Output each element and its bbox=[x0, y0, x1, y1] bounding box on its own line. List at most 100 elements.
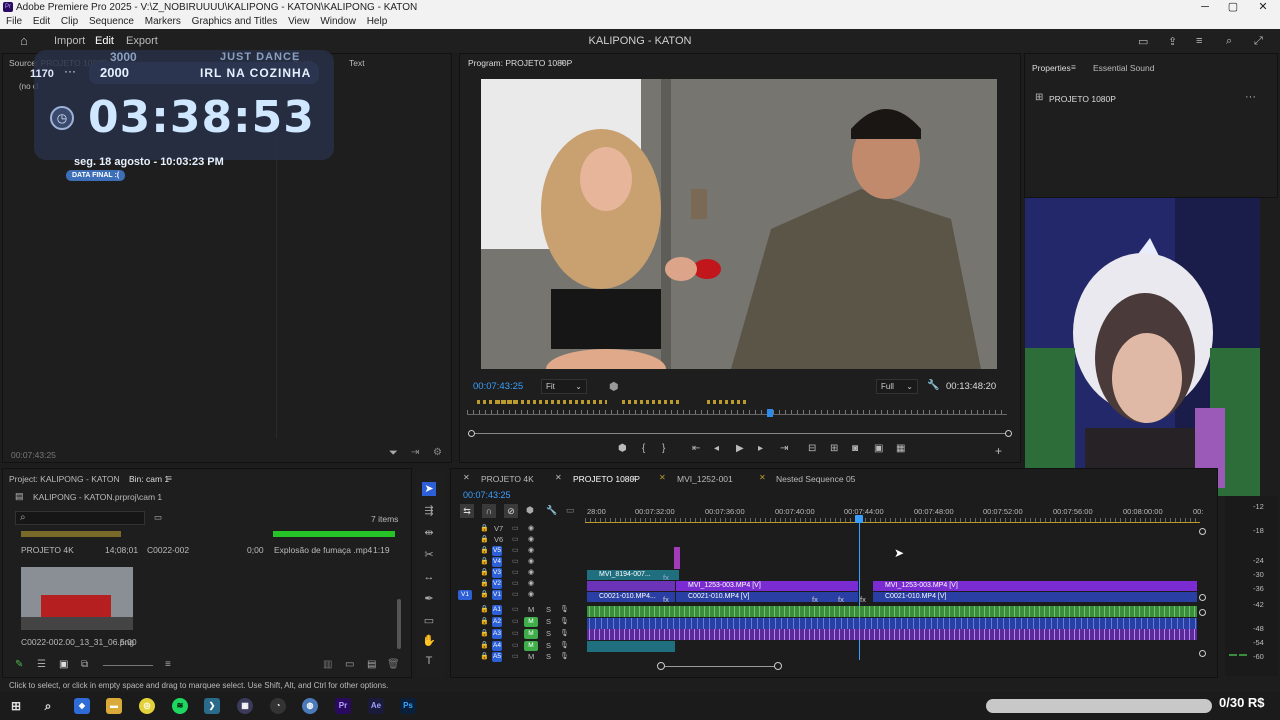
camera-icon[interactable]: ◙ bbox=[852, 443, 858, 454]
new-item-icon[interactable]: ▤ bbox=[367, 659, 376, 670]
menu-icon[interactable]: ≡ bbox=[1196, 35, 1202, 47]
lock-icon[interactable]: 🔒 bbox=[480, 557, 489, 565]
solo-button[interactable]: S bbox=[546, 652, 551, 661]
menu-help[interactable]: Help bbox=[367, 16, 388, 27]
microphone-icon[interactable]: 🎙 bbox=[560, 629, 569, 637]
essential-sound-tab[interactable]: Essential Sound bbox=[1093, 63, 1154, 73]
rectangle-tool-icon[interactable]: ▭ bbox=[422, 614, 436, 628]
menu-markers[interactable]: Markers bbox=[145, 16, 181, 27]
microphone-icon[interactable]: 🎙 bbox=[560, 652, 569, 660]
eye-icon[interactable]: ◉ bbox=[528, 579, 534, 587]
lift-icon[interactable]: ⊟ bbox=[808, 443, 816, 454]
bin-tab[interactable]: Bin: cam 1 bbox=[129, 474, 169, 484]
nest-icon[interactable]: ⇆ bbox=[460, 504, 474, 518]
razor-tool-icon[interactable]: ✂ bbox=[422, 548, 436, 562]
pencil-icon[interactable]: ✎ bbox=[15, 659, 23, 670]
sync-icon[interactable]: ▭ bbox=[512, 524, 519, 532]
wrench-icon[interactable]: 🔧 bbox=[546, 505, 557, 516]
timeline-ruler[interactable]: 28:00 00:07:32:00 00:07:36:00 00:07:40:0… bbox=[585, 505, 1205, 523]
lock-icon[interactable]: 🔒 bbox=[480, 535, 489, 543]
play-icon[interactable]: ▶ bbox=[736, 443, 744, 454]
search-input[interactable]: ⌕ bbox=[15, 511, 145, 525]
export-frame-icon[interactable]: ⇥ bbox=[411, 447, 419, 458]
mute-button[interactable]: M bbox=[528, 652, 534, 661]
scrollbar[interactable] bbox=[397, 599, 401, 649]
item-name[interactable]: PROJETO 4K bbox=[21, 545, 74, 555]
lock-icon[interactable]: 🔒 bbox=[480, 590, 489, 598]
track-label-a1[interactable]: A1 bbox=[492, 605, 502, 615]
track-label-v3[interactable]: V3 bbox=[492, 568, 502, 578]
sync-icon[interactable]: ▭ bbox=[512, 641, 519, 649]
share-icon[interactable]: ⇪ bbox=[1168, 35, 1177, 48]
clip-v2b[interactable]: MVI_1253-003.MP4 [V] bbox=[873, 581, 1197, 591]
sort-icon[interactable]: ≡ bbox=[165, 659, 171, 670]
v-scroll-handle[interactable] bbox=[1199, 528, 1206, 535]
mute-button[interactable]: M bbox=[528, 605, 534, 614]
app-icon[interactable]: ▦ bbox=[237, 698, 253, 714]
track-label-v5[interactable]: V5 bbox=[492, 546, 502, 556]
new-bin-icon[interactable]: ▭ bbox=[154, 512, 162, 523]
bin-menu-icon[interactable]: ≡ bbox=[167, 473, 172, 483]
home-icon[interactable]: ⌂ bbox=[20, 33, 28, 48]
track-select-tool-icon[interactable]: ⇶ bbox=[422, 504, 436, 518]
new-bin-icon[interactable]: ▭ bbox=[345, 659, 354, 670]
workspace-icon[interactable]: ▭ bbox=[1138, 35, 1148, 48]
item-thumbnail[interactable] bbox=[21, 567, 133, 630]
menu-edit[interactable]: Edit bbox=[33, 16, 50, 27]
clip-v1a[interactable]: C0021-010.MP4... bbox=[587, 592, 675, 602]
properties-menu-icon[interactable]: ≡ bbox=[1071, 62, 1076, 72]
search-icon[interactable]: ⌕ bbox=[40, 698, 56, 714]
microphone-icon[interactable]: 🎙 bbox=[560, 641, 569, 649]
timeline-tab-1[interactable]: PROJETO 4K bbox=[481, 474, 534, 484]
program-playhead[interactable] bbox=[767, 409, 773, 417]
mute-button[interactable]: M bbox=[524, 641, 538, 651]
sync-icon[interactable]: ▭ bbox=[512, 617, 519, 625]
text-tab[interactable]: Text bbox=[349, 58, 365, 68]
item-name[interactable]: Explosão de fumaça .mp4 bbox=[274, 545, 372, 555]
pen-tool-icon[interactable]: ✒ bbox=[422, 592, 436, 606]
menu-clip[interactable]: Clip bbox=[61, 16, 78, 27]
linked-selection-icon[interactable]: ⊘ bbox=[504, 504, 518, 518]
lock-icon[interactable]: 🔒 bbox=[480, 568, 489, 576]
clip-v1c[interactable]: C0021-010.MP4 [V] bbox=[873, 592, 1197, 602]
freeform-view-icon[interactable]: ⧉ bbox=[81, 659, 88, 670]
lock-icon[interactable]: 🔒 bbox=[480, 605, 489, 613]
audio-clip-a1[interactable] bbox=[587, 606, 1197, 617]
spotify-icon[interactable]: ≋ bbox=[172, 698, 188, 714]
file-explorer-icon[interactable]: ▬ bbox=[106, 698, 122, 714]
tab-edit[interactable]: Edit bbox=[95, 35, 114, 47]
menu-graphics[interactable]: Graphics and Titles bbox=[192, 16, 278, 27]
v-scroll-handle[interactable] bbox=[1199, 650, 1206, 657]
zoom-slider[interactable] bbox=[103, 665, 153, 666]
type-tool-icon[interactable]: T bbox=[422, 654, 436, 668]
icon-view-icon[interactable]: ▣ bbox=[59, 659, 68, 670]
search-icon[interactable]: ⌕ bbox=[1226, 35, 1232, 48]
eye-icon[interactable]: ◉ bbox=[528, 535, 534, 543]
track-label-a5[interactable]: A5 bbox=[492, 652, 502, 662]
microphone-icon[interactable]: 🎙 bbox=[560, 605, 569, 613]
app-icon[interactable]: ❯ bbox=[204, 698, 220, 714]
lock-icon[interactable]: 🔒 bbox=[480, 617, 489, 625]
settings-icon[interactable]: ⚙ bbox=[433, 447, 442, 458]
sync-icon[interactable]: ▭ bbox=[512, 568, 519, 576]
add-marker-icon[interactable]: ⬢ bbox=[618, 443, 627, 454]
marker-icon[interactable]: ⬢ bbox=[609, 380, 619, 393]
sync-icon[interactable]: ▭ bbox=[512, 557, 519, 565]
lock-icon[interactable]: 🔒 bbox=[480, 546, 489, 554]
sync-icon[interactable]: ▭ bbox=[512, 579, 519, 587]
properties-tab[interactable]: Properties bbox=[1032, 63, 1071, 73]
filter-icon[interactable]: ⏷ bbox=[389, 447, 398, 460]
track-label-a4[interactable]: A4 bbox=[492, 641, 502, 651]
track-label-v2[interactable]: V2 bbox=[492, 579, 502, 589]
premiere-taskbar-icon[interactable]: Pr bbox=[335, 698, 351, 714]
program-menu-icon[interactable]: ≡ bbox=[560, 57, 565, 67]
sync-icon[interactable]: ▭ bbox=[512, 590, 519, 598]
solo-button[interactable]: S bbox=[546, 605, 551, 614]
lock-icon[interactable]: 🔒 bbox=[480, 652, 489, 660]
menu-window[interactable]: Window bbox=[320, 16, 356, 27]
go-to-in-icon[interactable]: ⇤ bbox=[692, 443, 700, 454]
hand-tool-icon[interactable]: ✋ bbox=[422, 634, 436, 648]
audio-clip-a2[interactable] bbox=[587, 618, 1197, 629]
copilot-icon[interactable]: ◆ bbox=[74, 698, 90, 714]
quality-dropdown[interactable]: Full ⌄ bbox=[876, 379, 918, 394]
